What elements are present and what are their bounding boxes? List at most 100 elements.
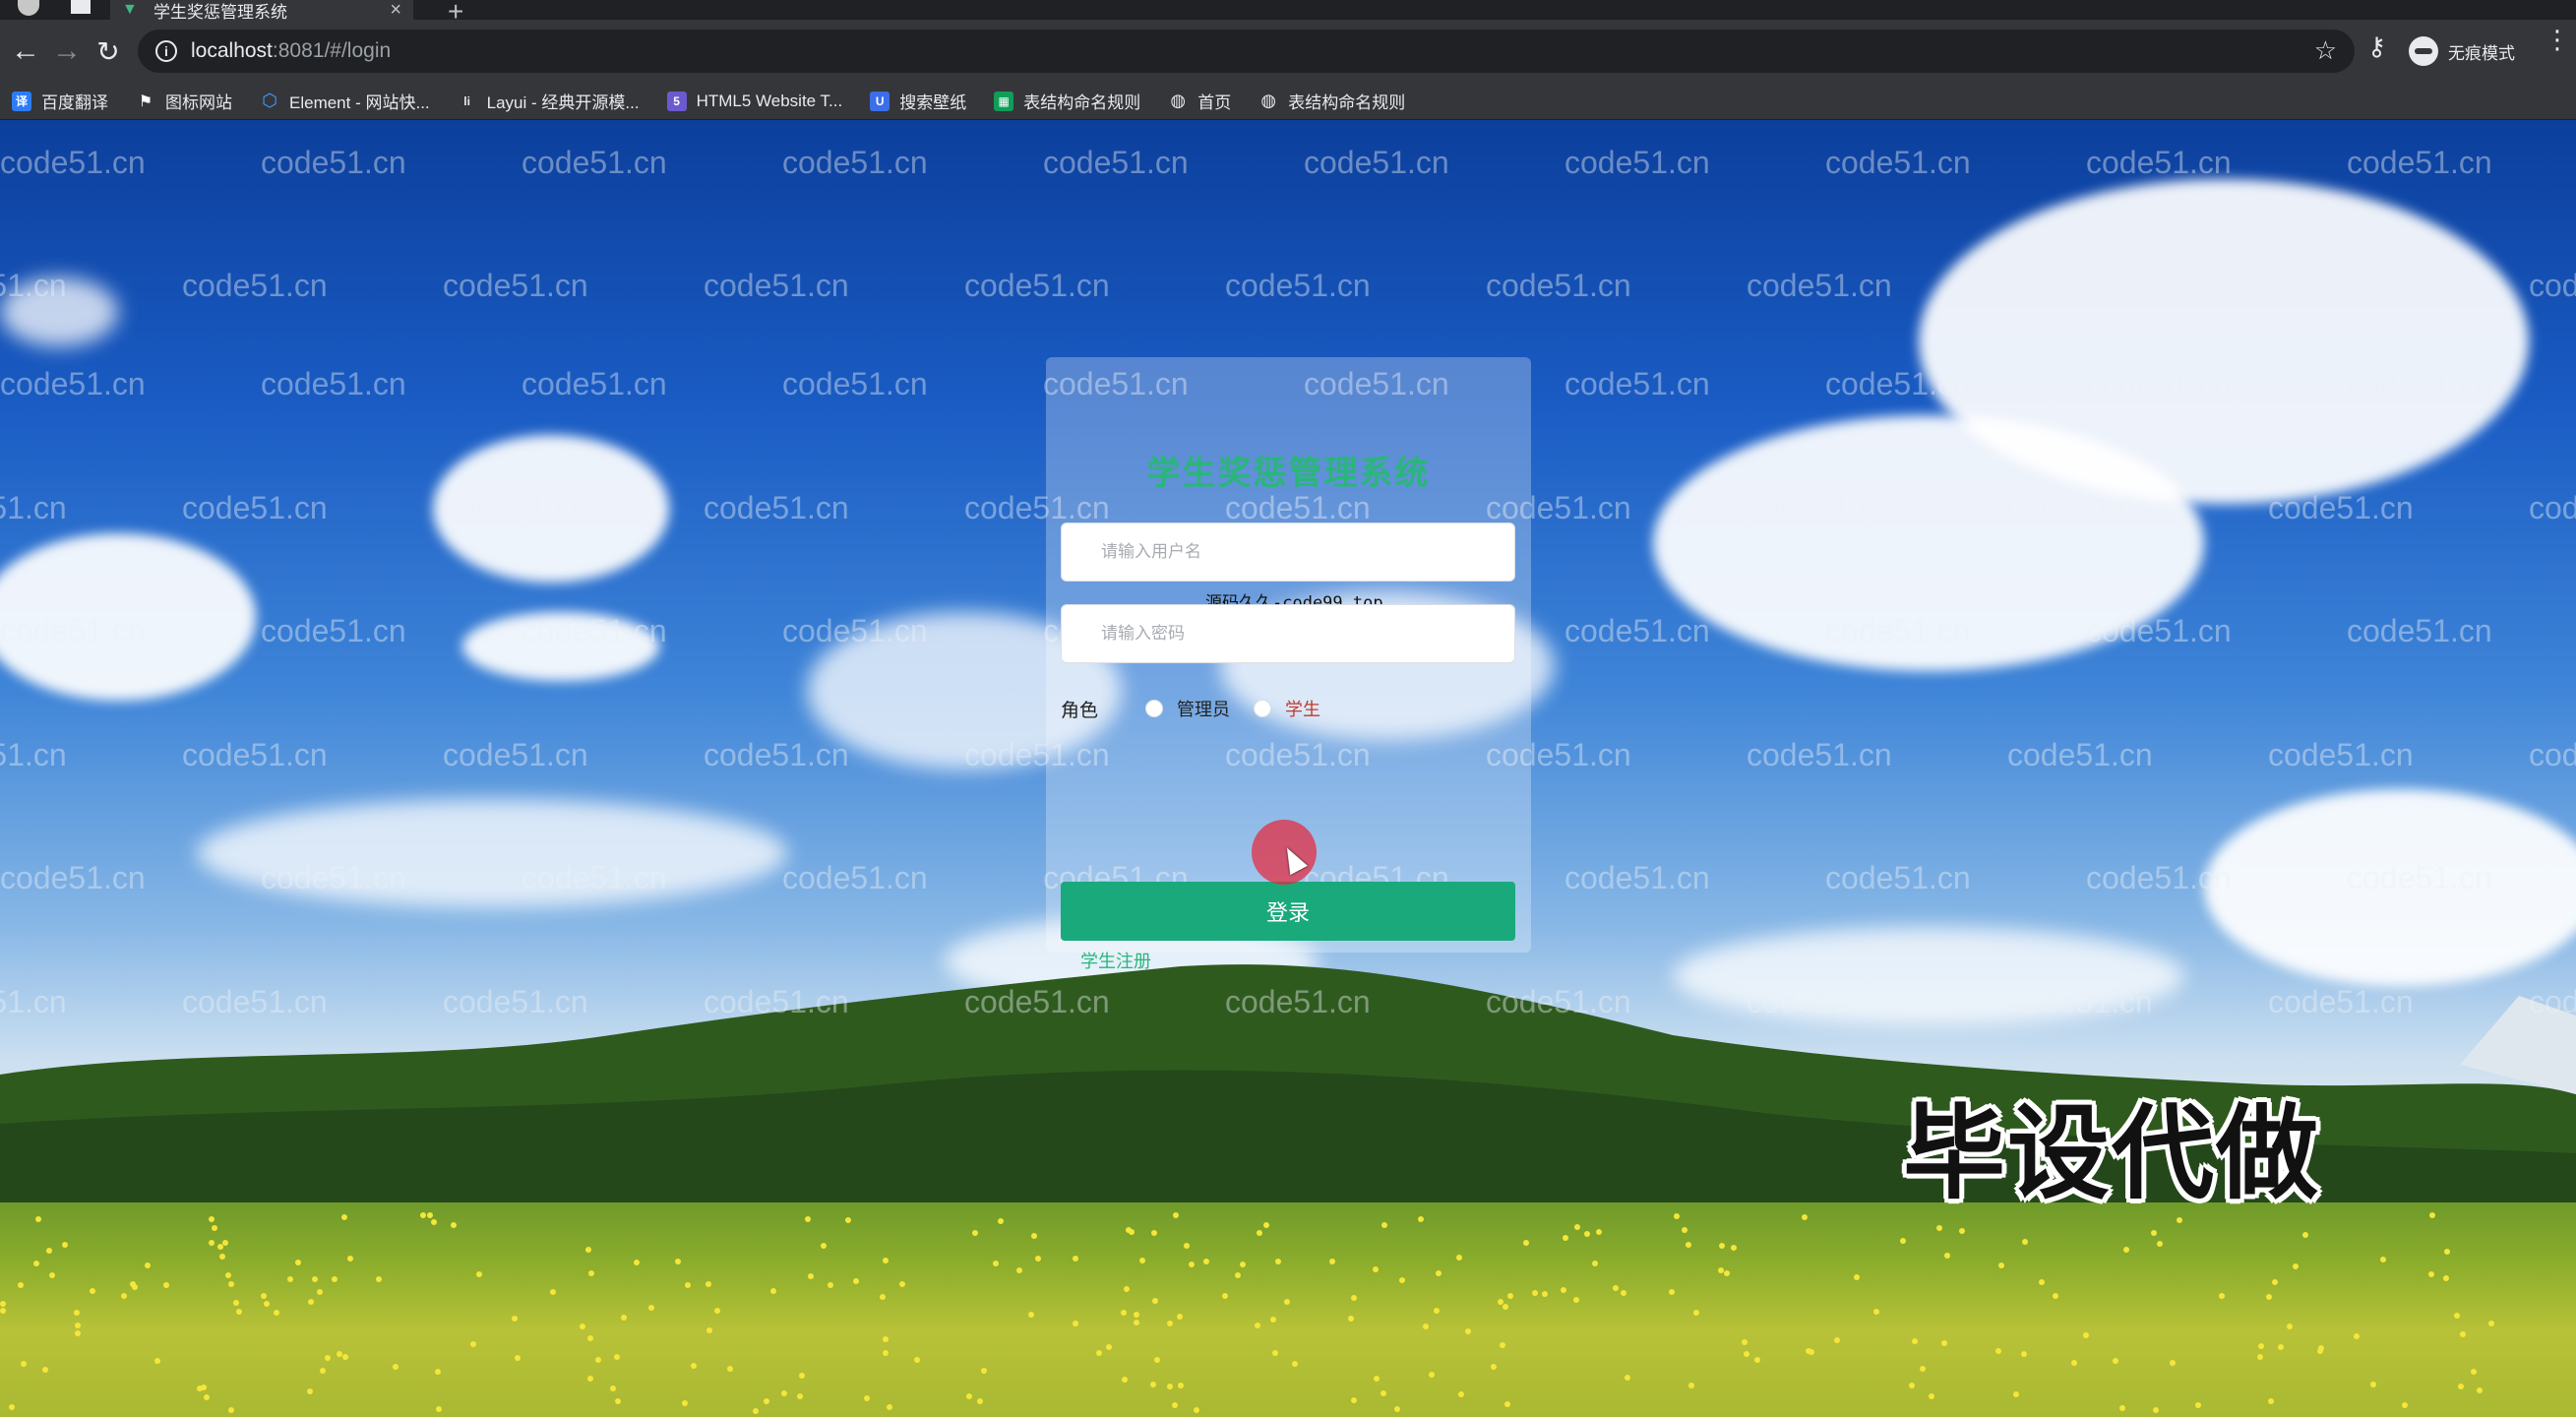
meadow-flower bbox=[2151, 1230, 2157, 1236]
meadow-flower bbox=[714, 1308, 720, 1314]
meadow-flower bbox=[2380, 1257, 2386, 1263]
bookmark-item[interactable]: ⚑ 图标网站 bbox=[136, 89, 232, 113]
meadow-flower bbox=[1731, 1245, 1737, 1251]
tab-close-icon[interactable]: × bbox=[390, 0, 401, 22]
meadow-flower bbox=[62, 1242, 68, 1248]
meadow-flower bbox=[1621, 1290, 1626, 1296]
watermark-text: code51.cn bbox=[2086, 145, 2232, 180]
incognito-indicator[interactable]: 无痕模式 bbox=[2409, 33, 2515, 69]
role-option-label: 管理员 bbox=[1177, 700, 1230, 719]
meadow-flower bbox=[376, 1276, 382, 1282]
watermark-text: code51.cn bbox=[2347, 613, 2492, 648]
meadow-flower bbox=[648, 1305, 654, 1311]
watermark-text: code51.cn bbox=[182, 737, 328, 772]
meadow-flower bbox=[2354, 1333, 2360, 1339]
meadow-flower bbox=[2039, 1279, 2045, 1285]
meadow-flower bbox=[287, 1276, 293, 1282]
meadow-flower bbox=[2444, 1249, 2450, 1255]
role-label: 角色 bbox=[1061, 700, 1099, 721]
watermark-text: code51.cn bbox=[1043, 145, 1189, 180]
meadow-flower bbox=[1152, 1298, 1158, 1304]
meadow-flower bbox=[18, 1282, 24, 1288]
meadow-flower bbox=[1693, 1310, 1699, 1316]
role-radio-admin[interactable]: 管理员 bbox=[1145, 696, 1230, 721]
meadow-flower bbox=[1121, 1310, 1127, 1316]
meadow-flower bbox=[1351, 1397, 1357, 1403]
bookmark-item[interactable]: U 搜索壁纸 bbox=[870, 89, 966, 113]
watermark-text: code51.cn bbox=[2529, 490, 2576, 525]
meadow-flower bbox=[2443, 1275, 2449, 1281]
meadow-flower bbox=[1456, 1255, 1462, 1261]
meadow-flower bbox=[808, 1273, 814, 1279]
incognito-icon bbox=[2409, 36, 2438, 66]
username-input[interactable] bbox=[1061, 523, 1515, 582]
role-radio-student[interactable]: 学生 bbox=[1254, 696, 1320, 721]
meadow-flower bbox=[1920, 1366, 1926, 1372]
radio-dot[interactable] bbox=[1145, 700, 1163, 717]
meadow-flower bbox=[317, 1289, 323, 1295]
meadow-flower bbox=[615, 1398, 621, 1404]
meadow-flower bbox=[1491, 1364, 1497, 1370]
register-link[interactable]: 学生注册 bbox=[1080, 948, 1151, 973]
meadow-flower bbox=[1563, 1235, 1568, 1241]
bookmark-label: 表结构命名规则 bbox=[1023, 93, 1141, 112]
meadow-flower bbox=[347, 1256, 353, 1262]
meadow-flower bbox=[1035, 1256, 1041, 1262]
address-bar[interactable]: i localhost :8081/#/login ☆ bbox=[138, 30, 2355, 73]
watermark-text: code51.cn bbox=[704, 737, 849, 772]
bookmark-item[interactable]: ◍ 表结构命名规则 bbox=[1258, 89, 1405, 113]
meadow-flower bbox=[685, 1282, 691, 1288]
meadow-flower bbox=[21, 1361, 27, 1367]
meadow-flower bbox=[121, 1293, 127, 1299]
radio-dot[interactable] bbox=[1254, 700, 1271, 717]
bookmark-item[interactable]: 译 百度翻译 bbox=[12, 89, 108, 113]
meadow-flower bbox=[1873, 1309, 1879, 1315]
meadow-flower bbox=[1532, 1290, 1538, 1296]
meadow-flower bbox=[2317, 1348, 2323, 1354]
meadow-flower bbox=[1348, 1316, 1354, 1322]
meadow-flower bbox=[966, 1393, 972, 1399]
reload-icon[interactable]: ↻ bbox=[89, 31, 128, 71]
meadow-flower bbox=[420, 1212, 426, 1218]
meadow-flower bbox=[753, 1408, 759, 1414]
watermark-text: code51.cn bbox=[1564, 366, 1710, 401]
bookmark-label: Element - 网站快... bbox=[289, 93, 430, 112]
meadow-flower bbox=[1561, 1287, 1566, 1293]
meadow-flower bbox=[2266, 1294, 2272, 1300]
tab-search-icon[interactable] bbox=[71, 0, 91, 14]
bookmark-item[interactable]: ◍ 首页 bbox=[1168, 89, 1231, 113]
bookmark-item[interactable]: ▦ 表结构命名规则 bbox=[994, 89, 1140, 113]
meadow-flower bbox=[436, 1406, 442, 1412]
login-button[interactable]: 登录 bbox=[1061, 882, 1515, 941]
browser-menu-icon[interactable]: ⋮ bbox=[2545, 27, 2570, 52]
meadow-flower bbox=[236, 1309, 242, 1315]
meadow-flower bbox=[1573, 1297, 1579, 1303]
forward-icon[interactable]: → bbox=[47, 31, 87, 71]
bookmark-item[interactable]: ⬡ Element - 网站快... bbox=[260, 89, 430, 113]
watermark-text: code51.cn bbox=[521, 145, 667, 180]
meadow-flower bbox=[675, 1259, 681, 1264]
password-key-icon[interactable]: ⚷ bbox=[2367, 31, 2386, 62]
meadow-flower bbox=[2454, 1313, 2460, 1319]
meadow-flower bbox=[74, 1310, 80, 1316]
site-info-icon[interactable]: i bbox=[155, 40, 177, 62]
meadow-flower bbox=[634, 1260, 640, 1265]
browser-tab[interactable]: ▼ 学生奖惩管理系统 × bbox=[110, 0, 413, 22]
bookmark-item[interactable]: 5 HTML5 Website T... bbox=[666, 91, 842, 111]
bookmark-star-icon[interactable]: ☆ bbox=[2314, 35, 2337, 66]
bookmark-item[interactable]: li Layui - 经典开源模... bbox=[458, 89, 639, 113]
meadow-flower bbox=[2293, 1263, 2299, 1269]
meadow-flower bbox=[1802, 1214, 1808, 1220]
meadow-flower bbox=[1909, 1383, 1915, 1388]
back-icon[interactable]: ← bbox=[6, 31, 45, 71]
meadow-flower bbox=[977, 1398, 983, 1404]
meadow-flower bbox=[887, 1404, 892, 1410]
meadow-flower bbox=[2257, 1354, 2263, 1360]
meadow-flower bbox=[1574, 1224, 1580, 1230]
watermark-text: code51.cn bbox=[782, 860, 928, 895]
meadow-flower bbox=[1151, 1230, 1157, 1236]
meadow-flower bbox=[1272, 1350, 1278, 1356]
meadow-flower bbox=[1834, 1337, 1840, 1343]
meadow-flower bbox=[308, 1299, 314, 1305]
password-input[interactable] bbox=[1061, 604, 1515, 663]
